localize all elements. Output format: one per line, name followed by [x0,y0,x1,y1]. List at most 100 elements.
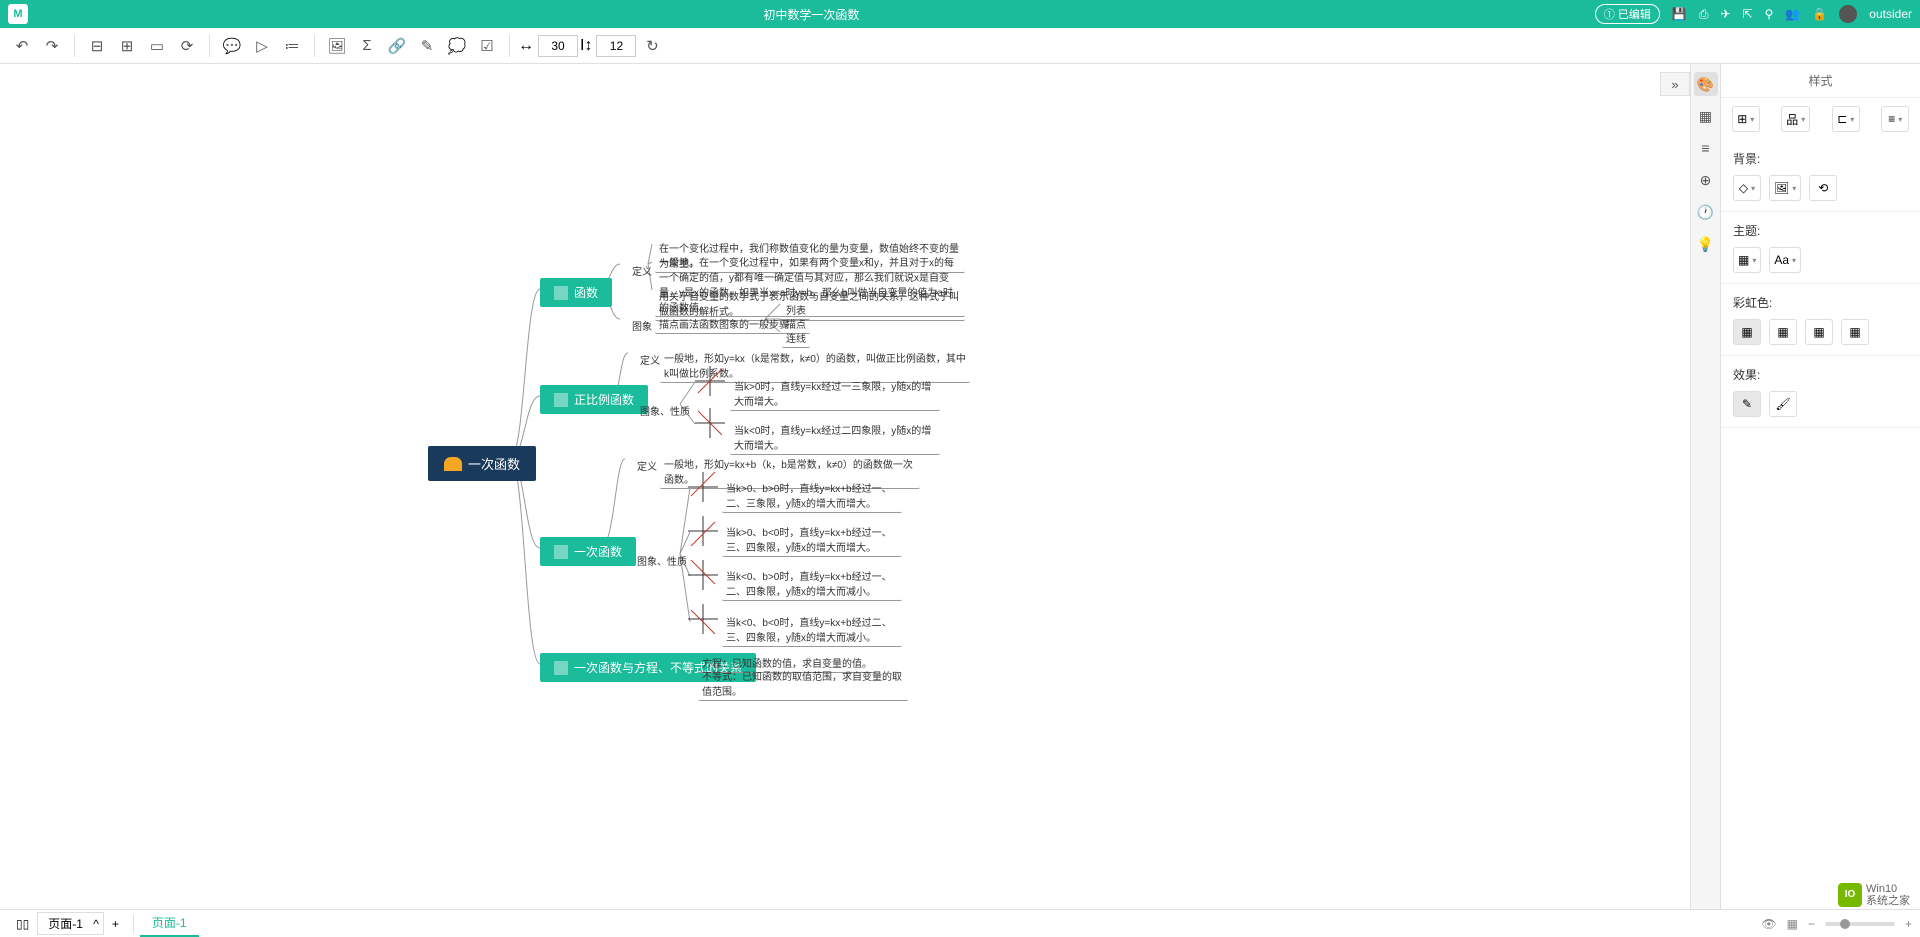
branch-label: 一次函数 [574,543,622,560]
leaf-node[interactable]: 当k<0时，直线y=kx经过二四象限，y随x的增大而增大。 [730,420,940,455]
preview-icon[interactable]: 👁 [1761,917,1776,931]
canvas[interactable]: 一次函数 函数 定义 在一个变化过程中，我们称数值变化的量为变量，数值始终不变的… [0,64,1720,909]
child-label[interactable]: 图象、性质 [627,549,697,572]
formula-button[interactable]: Σ [353,32,381,60]
graph-thumb-icon [688,560,718,590]
collapse-panel-button[interactable]: » [1660,72,1690,96]
branch-node[interactable]: 函数 [540,278,612,307]
callout-button[interactable]: 💬 [218,32,246,60]
label-button[interactable]: ▷ [248,32,276,60]
leaf-node[interactable]: 当k>0、b>0时，直线y=kx+b经过一、二、三象限，y随x的增大而增大。 [722,478,902,513]
rainbow-label: 彩虹色: [1733,294,1908,311]
layout-button[interactable]: ⊞ [1732,106,1760,132]
leaf-node[interactable]: 当k<0、b<0时，直线y=kx+b经过二、三、四象限，y随x的增大而减小。 [722,612,902,647]
add-page-button[interactable]: + [104,913,127,935]
sibling-topic-button[interactable]: ⊞ [113,32,141,60]
panel-title: 样式 [1721,64,1920,98]
width-icon: ↔ [518,37,534,55]
main-area: 一次函数 函数 定义 在一个变化过程中，我们称数值变化的量为变量，数值始终不变的… [0,64,1920,909]
root-icon [444,457,462,471]
zoom-slider[interactable] [1825,922,1895,926]
child-label[interactable]: 图象、性质 [630,399,700,422]
user-avatar[interactable] [1839,5,1857,23]
list-button[interactable]: ≡ [1881,106,1909,132]
username[interactable]: outsider [1869,7,1912,21]
style-tab-icon[interactable]: 🎨 [1694,72,1718,96]
redo-button[interactable]: ↷ [38,32,66,60]
zoom-out-button[interactable]: − [1808,917,1815,931]
root-node[interactable]: 一次函数 [428,446,536,481]
branch-icon [554,393,568,407]
watermark: IO Win10 系统之家 [1838,883,1910,907]
leaf-node[interactable]: 当k<0、b>0时，直线y=kx+b经过一、二、四象限，y随x的增大而减小。 [722,566,902,601]
subtopic-button[interactable]: ⊟ [83,32,111,60]
relationship-button[interactable]: ⟳ [173,32,201,60]
fit-icon[interactable]: ▦ [1787,917,1798,931]
leaf-node[interactable]: 描点画法函数图象的一般步骤 [655,314,793,334]
structure-button[interactable]: 品 [1781,106,1810,132]
link-button[interactable]: 🔗 [383,32,411,60]
root-label: 一次函数 [468,454,520,473]
share-out-icon[interactable]: ⇱ [1743,7,1753,21]
undo-button[interactable]: ↶ [8,32,36,60]
bg-reset-button[interactable]: ⟲ [1809,175,1837,201]
width-field[interactable] [538,35,578,57]
rainbow-opt-2[interactable]: ▦ [1769,319,1797,345]
branch-icon [554,661,568,675]
right-toolstrip: 🎨 ▦ ≡ ⊕ 🕐 💡 [1690,64,1720,909]
edited-badge: ① 已编辑 [1595,4,1660,24]
font-size-input[interactable]: I↕ [580,35,636,57]
topic-width-input[interactable]: ↔ [518,35,578,57]
watermark-sub: 系统之家 [1866,895,1910,907]
effect-brush-button[interactable]: 🖌 [1769,391,1797,417]
watermark-logo-icon: IO [1838,883,1862,907]
graph-thumb-icon [688,604,718,634]
floating-topic-button[interactable]: ▭ [143,32,171,60]
rainbow-opt-3[interactable]: ▦ [1805,319,1833,345]
save-icon[interactable]: 💾 [1672,7,1687,21]
page-selector[interactable]: 页面-1 ^ [37,912,104,935]
refresh-button[interactable]: ↻ [638,32,666,60]
lock-icon[interactable]: 🔒 [1812,7,1827,21]
theme-label: 主题: [1733,222,1908,239]
rainbow-opt-4[interactable]: ▦ [1841,319,1869,345]
graph-thumb-icon [695,408,725,438]
branch-node[interactable]: 一次函数 [540,537,636,566]
note-button[interactable]: ✎ [413,32,441,60]
rainbow-opt-1[interactable]: ▦ [1733,319,1761,345]
graph-thumb-icon [688,472,718,502]
share-icon[interactable]: ⚲ [1765,7,1774,21]
effect-label: 效果: [1733,366,1908,383]
canvas-tab-icon[interactable]: ▦ [1694,104,1718,128]
icons-tab-icon[interactable]: ⊕ [1694,168,1718,192]
image-button[interactable]: 🖼 [323,32,351,60]
zoom-in-button[interactable]: + [1905,917,1912,931]
collaborate-icon[interactable]: 👥 [1785,7,1800,21]
history-tab-icon[interactable]: 🕐 [1694,200,1718,224]
leaf-node[interactable]: 连线 [782,328,810,348]
task-button[interactable]: ☑ [473,32,501,60]
effect-pen-button[interactable]: ✎ [1733,391,1761,417]
summary-button[interactable]: ≔ [278,32,306,60]
outline-tab-icon[interactable]: ≡ [1694,136,1718,160]
bottom-bar: ▯▯ 页面-1 ^ + 页面-1 👁 ▦ − + [0,909,1920,937]
bg-color-button[interactable]: ◇ [1733,175,1761,201]
graph-thumb-icon [695,366,725,396]
export-icon[interactable]: ⎙ [1699,7,1709,22]
send-icon[interactable]: ✈ [1720,7,1730,21]
idea-tab-icon[interactable]: 💡 [1694,232,1718,256]
fontsize-field[interactable] [596,35,636,57]
mindmap: 一次函数 函数 定义 在一个变化过程中，我们称数值变化的量为变量，数值始终不变的… [0,64,1720,909]
leaf-node[interactable]: 当k>0、b<0时，直线y=kx+b经过一、三、四象限，y随x的增大而增大。 [722,522,902,557]
theme-color-button[interactable]: ▦ [1733,247,1761,273]
leaf-node[interactable]: 不等式：已知函数的取值范围，求自变量的取值范围。 [698,666,908,701]
leaf-node[interactable]: 当k>0时，直线y=kx经过一三象限，y随x的增大而增大。 [730,376,940,411]
branch-label: 正比例函数 [574,391,634,408]
page-list-button[interactable]: ▯▯ [8,913,37,935]
bg-image-button[interactable]: 🖼 [1769,175,1801,201]
title-bar: M 初中数学一次函数 ① 已编辑 💾 ⎙ ✈ ⇱ ⚲ 👥 🔒 outsider [0,0,1920,28]
branch-button[interactable]: ⊏ [1832,106,1860,132]
page-tab[interactable]: 页面-1 [140,910,199,937]
theme-font-button[interactable]: Aa [1769,247,1801,273]
comment-button[interactable]: 💭 [443,32,471,60]
